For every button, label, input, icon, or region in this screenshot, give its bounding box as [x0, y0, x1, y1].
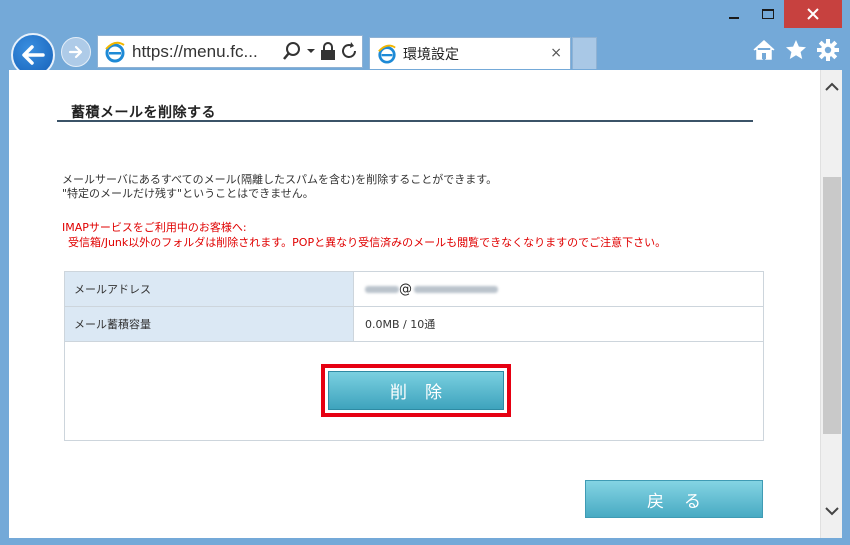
close-icon: [807, 8, 819, 20]
settings-gear-icon[interactable]: [816, 38, 840, 62]
page-viewport: 蓄積メールを削除する メールサーバにあるすべてのメール(隔離したスパムを含む)を…: [9, 70, 820, 538]
delete-button[interactable]: 削除: [328, 371, 504, 410]
tab-title: 環境設定: [403, 46, 459, 63]
redacted-text: [414, 285, 498, 293]
page-title: 蓄積メールを削除する: [71, 105, 216, 121]
tab-close-icon[interactable]: ×: [550, 45, 562, 61]
storage-value: 0.0MB / 10通: [353, 306, 764, 342]
search-icon[interactable]: [282, 41, 302, 61]
mail-info-table: メールアドレス @ メール蓄積容量 0.0MB / 10通: [64, 271, 764, 342]
scroll-up-button[interactable]: [821, 80, 843, 100]
back-page-button[interactable]: 戻る: [585, 480, 763, 518]
table-row: メール蓄積容量 0.0MB / 10通: [64, 306, 764, 342]
description-text: メールサーバにあるすべてのメール(隔離したスパムを含む)を削除することができます…: [62, 173, 497, 201]
highlight-frame: 削除: [321, 364, 511, 417]
tab-settings[interactable]: 環境設定 ×: [369, 37, 571, 69]
minimize-icon: [729, 17, 739, 19]
warning-line-2: 受信箱/Junk以外のフォルダは削除されます。POPと異なり受信済みのメールも閲…: [68, 236, 667, 249]
vertical-scrollbar[interactable]: [820, 70, 842, 538]
lock-icon[interactable]: [320, 41, 336, 61]
address-bar[interactable]: https://menu.fc...: [97, 35, 363, 68]
redacted-text: [365, 285, 399, 293]
warning-line-1: IMAPサービスをご利用中のお客様へ:: [62, 221, 247, 234]
scroll-down-button[interactable]: [821, 504, 843, 524]
table-row: メールアドレス @: [64, 271, 764, 307]
chevron-up-icon: [825, 82, 839, 91]
toolbar-right: [752, 38, 840, 62]
minimize-button[interactable]: [714, 0, 754, 28]
description-line-1: メールサーバにあるすべてのメール(隔離したスパムを含む)を削除することができます…: [62, 173, 498, 186]
browser-window: https://menu.fc... 環境設定 × 蓄積メールを削除する メール…: [0, 0, 850, 545]
favorites-star-icon[interactable]: [784, 38, 808, 62]
description-line-2: "特定のメールだけ残す"ということはできません。: [62, 187, 314, 200]
url-text: https://menu.fc...: [132, 41, 258, 61]
back-arrow-icon: [22, 45, 45, 65]
ie-logo-icon: [105, 41, 125, 62]
home-icon[interactable]: [752, 38, 776, 62]
refresh-icon[interactable]: [340, 41, 358, 61]
imap-warning: IMAPサービスをご利用中のお客様へ: 受信箱/Junk以外のフォルダは削除され…: [62, 220, 666, 250]
ie-logo-icon: [378, 44, 396, 64]
maximize-button[interactable]: [754, 0, 782, 28]
scroll-thumb[interactable]: [823, 177, 841, 434]
new-tab-button[interactable]: [572, 37, 597, 69]
address-tools: [282, 41, 358, 61]
action-box: 削除: [64, 341, 764, 441]
storage-label: メール蓄積容量: [64, 306, 354, 342]
dropdown-icon[interactable]: [306, 41, 316, 61]
forward-arrow-icon: [68, 45, 83, 59]
close-button[interactable]: [784, 0, 842, 28]
at-sign: @: [399, 281, 412, 297]
chevron-down-icon: [825, 507, 839, 516]
forward-button[interactable]: [61, 37, 91, 67]
mail-address-value: @: [353, 271, 764, 307]
section-heading: 蓄積メールを削除する: [57, 92, 753, 122]
mail-address-label: メールアドレス: [64, 271, 354, 307]
maximize-icon: [762, 9, 774, 19]
